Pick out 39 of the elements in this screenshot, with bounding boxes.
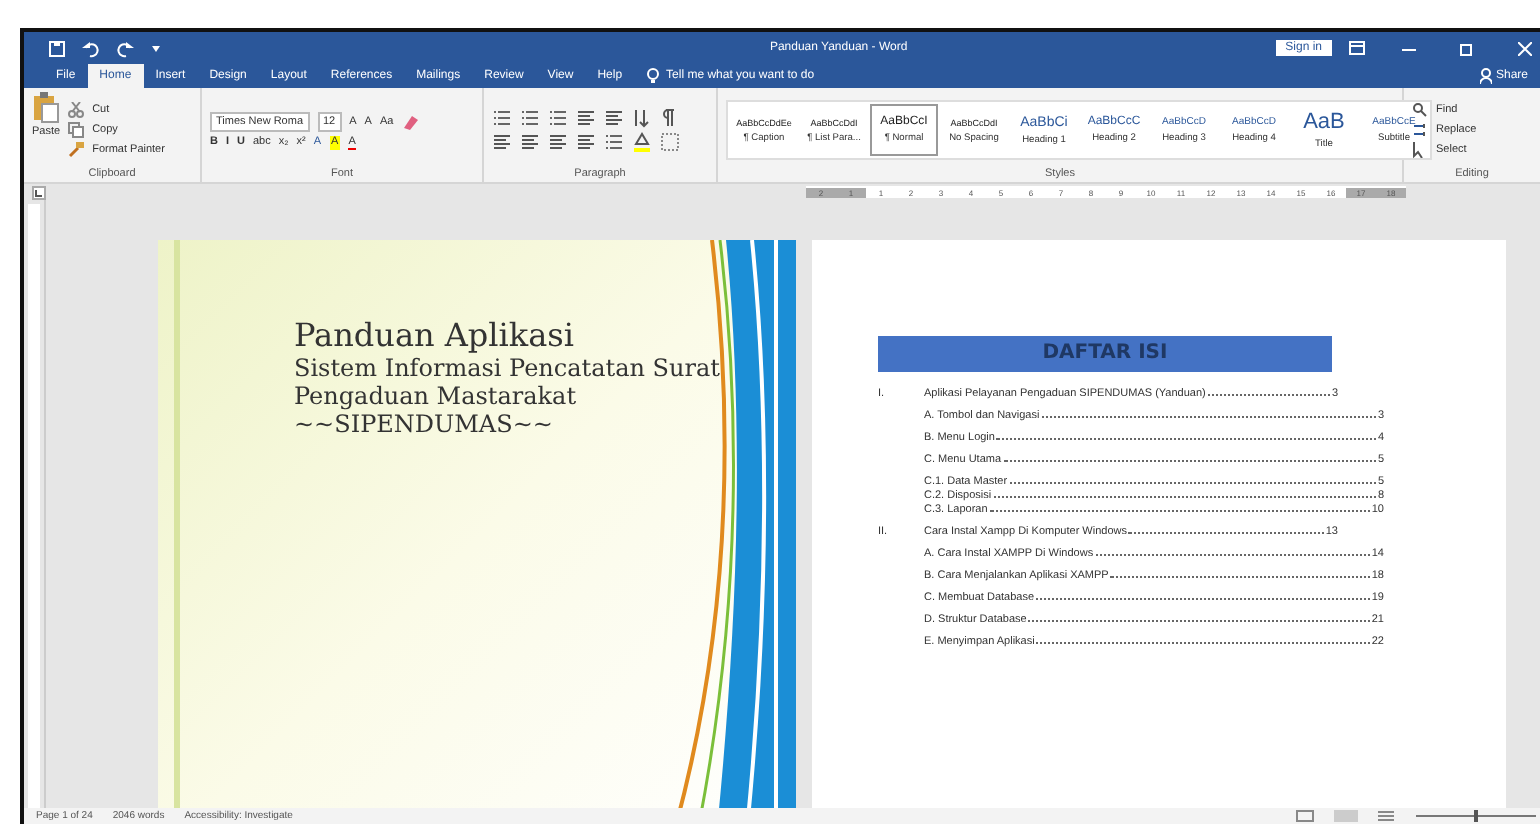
cover-subtitle: ~~SIPENDUMAS~~	[294, 410, 555, 438]
paintbrush-icon	[68, 142, 85, 158]
bullets-icon[interactable]	[492, 108, 512, 128]
numbering-icon[interactable]	[520, 108, 540, 128]
cover-subtitle: Sistem Informasi Pencatatan Surat	[294, 354, 722, 382]
zoom-slider-icon[interactable]	[1416, 810, 1540, 822]
magnifier-icon	[1412, 102, 1428, 118]
cover-subtitle: Pengaduan Mastarakat	[294, 382, 579, 410]
close-icon[interactable]	[1518, 41, 1532, 55]
decrease-indent-icon[interactable]	[576, 108, 596, 128]
lightbulb-icon	[646, 68, 661, 84]
save-icon[interactable]	[48, 39, 66, 57]
cursor-icon	[1412, 142, 1428, 158]
person-icon	[1479, 68, 1492, 84]
redo-icon[interactable]	[116, 39, 134, 57]
increase-indent-icon[interactable]	[604, 108, 624, 128]
read-mode-icon[interactable]	[1296, 810, 1314, 822]
caret-icon[interactable]	[150, 42, 162, 54]
line-spacing-icon[interactable]	[604, 132, 624, 152]
pilcrow-icon[interactable]	[658, 108, 676, 128]
scissors-icon	[68, 102, 85, 118]
restore-icon[interactable]	[1460, 41, 1474, 55]
eraser-icon[interactable]	[401, 113, 420, 129]
borders-icon[interactable]	[660, 132, 680, 152]
toc-heading: DAFTAR ISI	[878, 336, 1332, 372]
sort-icon[interactable]	[632, 108, 650, 128]
replace-icon	[1412, 122, 1428, 138]
align-right-icon[interactable]	[548, 132, 568, 152]
justify-icon[interactable]	[576, 132, 596, 152]
copy-icon	[68, 122, 85, 138]
web-layout-icon[interactable]	[1378, 810, 1396, 822]
multilevel-list-icon[interactable]	[548, 108, 568, 128]
align-left-icon[interactable]	[492, 132, 512, 152]
undo-icon[interactable]	[82, 39, 100, 57]
center-icon[interactable]	[520, 132, 540, 152]
ribbon-display-icon[interactable]	[1348, 40, 1366, 56]
cover-title: Panduan Aplikasi	[294, 316, 576, 354]
tab-selector-icon[interactable]	[32, 185, 46, 199]
shading-icon[interactable]	[632, 132, 652, 152]
